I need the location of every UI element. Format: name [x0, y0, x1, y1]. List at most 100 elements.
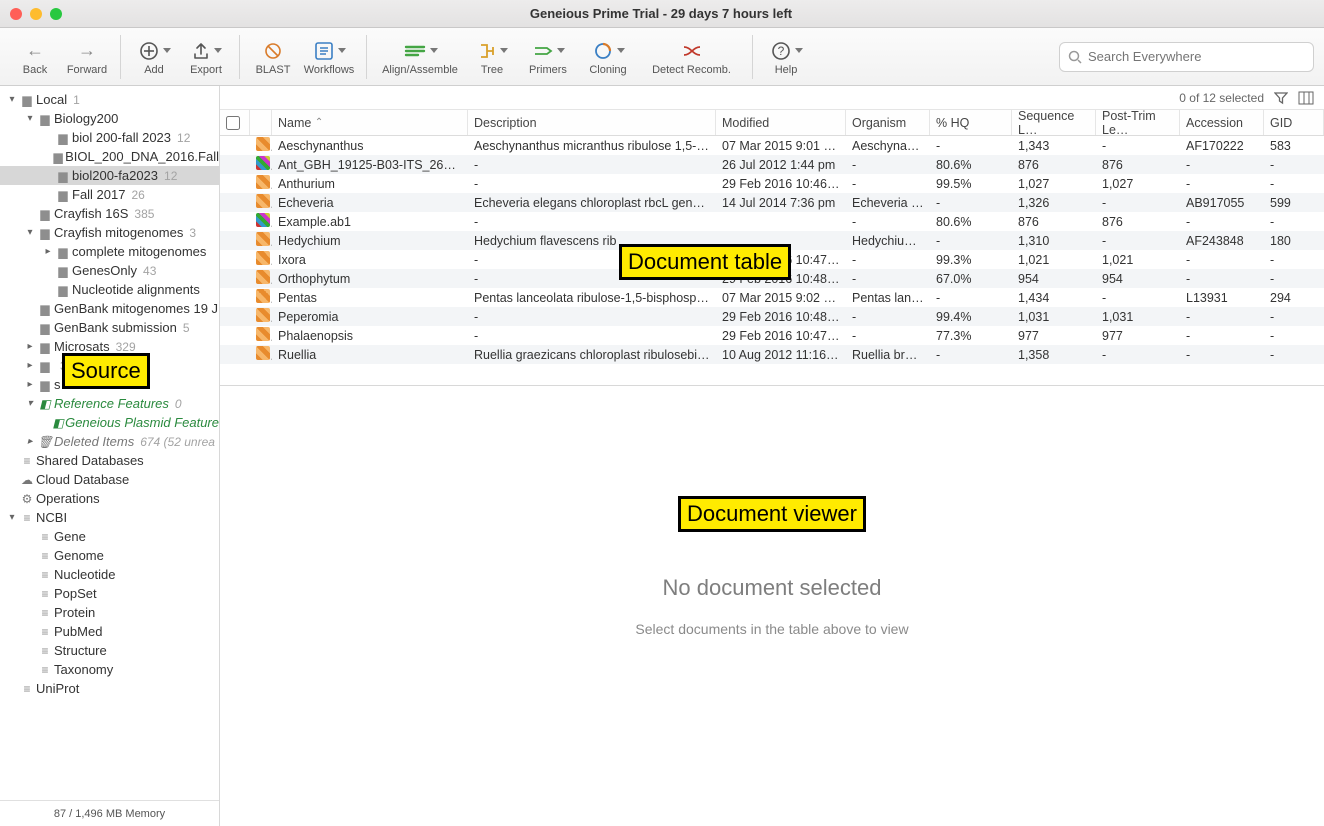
sidebar-item[interactable]: ☁Cloud Database: [0, 470, 219, 489]
sidebar-item-count: 12: [164, 169, 177, 183]
help-button[interactable]: ? Help: [761, 30, 811, 84]
table-row[interactable]: PentasPentas lanceolata ribulose-1,5-bis…: [220, 288, 1324, 307]
sidebar-item[interactable]: ≡Nucleotide: [0, 565, 219, 584]
disclosure-icon[interactable]: ▸: [24, 436, 36, 447]
table-row[interactable]: Ant_GBH_19125-B03-ITS_265_10…-26 Jul 201…: [220, 155, 1324, 174]
header-checkbox[interactable]: [220, 110, 250, 135]
search-icon: [1068, 50, 1082, 64]
cell-hq: 99.5%: [930, 177, 1012, 191]
table-row[interactable]: Phalaenopsis-29 Feb 2016 10:47 pm-77.3%9…: [220, 326, 1324, 345]
source-tree[interactable]: ▾▆Local1▾▆Biology200▆biol 200-fall 20231…: [0, 86, 219, 800]
sidebar-item[interactable]: ▆biol200-fa202312: [0, 166, 219, 185]
detect-button[interactable]: Detect Recomb.: [639, 30, 744, 84]
disclosure-icon[interactable]: ▾: [6, 94, 18, 105]
disclosure-icon[interactable]: ▾: [24, 227, 36, 238]
sidebar-item[interactable]: ▆biol 200-fall 202312: [0, 128, 219, 147]
sidebar-item[interactable]: ▆Crayfish 16S385: [0, 204, 219, 223]
cell-organism: -: [846, 329, 930, 343]
sidebar-item[interactable]: ▆BIOL_200_DNA_2016.Fall: [0, 147, 219, 166]
sidebar-item[interactable]: ⚙Operations: [0, 489, 219, 508]
cell-name: Orthophytum: [272, 272, 468, 286]
align-icon: [403, 41, 427, 61]
select-all-checkbox[interactable]: [226, 116, 240, 130]
search-input[interactable]: [1088, 49, 1305, 64]
sidebar-item[interactable]: ▾≡NCBI: [0, 508, 219, 527]
sidebar-item[interactable]: ≡Shared Databases: [0, 451, 219, 470]
sidebar-item[interactable]: ▾▆Crayfish mitogenomes3: [0, 223, 219, 242]
sidebar-item[interactable]: ◧Geneious Plasmid Feature: [0, 413, 219, 432]
cloning-button[interactable]: Cloning: [579, 30, 637, 84]
sidebar-item[interactable]: ≡Genome: [0, 546, 219, 565]
minimize-icon[interactable]: [30, 8, 42, 20]
sidebar-item[interactable]: ▾▆Biology200: [0, 109, 219, 128]
header-hq[interactable]: % HQ: [930, 110, 1012, 135]
cell-organism: -: [846, 215, 930, 229]
sidebar-item[interactable]: ▆GenesOnly43: [0, 261, 219, 280]
disclosure-icon[interactable]: ▸: [24, 379, 36, 390]
sidebar-item[interactable]: ≡UniProt: [0, 679, 219, 698]
export-button[interactable]: Export: [181, 30, 231, 84]
sidebar-item[interactable]: ≡PopSet: [0, 584, 219, 603]
sidebar-item[interactable]: ▸🗑Deleted Items674 (52 unrea: [0, 432, 219, 451]
sidebar-item[interactable]: ▆GenBank submission5: [0, 318, 219, 337]
header-gid[interactable]: GID: [1264, 110, 1324, 135]
search-field[interactable]: [1059, 42, 1314, 72]
folder-icon: ▆: [36, 359, 54, 373]
table-row[interactable]: Anthurium-29 Feb 2016 10:46 pm-99.5%1,02…: [220, 174, 1324, 193]
disclosure-icon[interactable]: ▾: [24, 398, 36, 409]
header-organism[interactable]: Organism: [846, 110, 930, 135]
disclosure-icon[interactable]: ▾: [24, 113, 36, 124]
disclosure-icon[interactable]: ▸: [24, 341, 36, 352]
disclosure-icon[interactable]: ▸: [24, 360, 36, 371]
workflows-icon: [313, 40, 335, 62]
sidebar-item[interactable]: ≡Taxonomy: [0, 660, 219, 679]
sidebar-item-count: 43: [143, 264, 156, 278]
header-modified[interactable]: Modified: [716, 110, 846, 135]
disclosure-icon[interactable]: ▸: [42, 246, 54, 257]
cell-gid: -: [1264, 348, 1324, 362]
cell-organism: -: [846, 158, 930, 172]
blast-button[interactable]: BLAST: [248, 30, 298, 84]
tree-button[interactable]: Tree: [467, 30, 517, 84]
cell-hq: 99.3%: [930, 253, 1012, 267]
sidebar-item[interactable]: ▸▆complete mitogenomes: [0, 242, 219, 261]
sidebar-item[interactable]: ▾▆Local1: [0, 90, 219, 109]
zoom-icon[interactable]: [50, 8, 62, 20]
primers-label: Primers: [529, 64, 567, 76]
db-icon: ≡: [36, 568, 54, 582]
sidebar-item[interactable]: ≡Gene: [0, 527, 219, 546]
cell-seqlen: 977: [1012, 329, 1096, 343]
sidebar-item[interactable]: ▆Nucleotide alignments: [0, 280, 219, 299]
workflows-button[interactable]: Workflows: [300, 30, 358, 84]
sidebar-item[interactable]: ≡Structure: [0, 641, 219, 660]
sidebar-item[interactable]: ≡Protein: [0, 603, 219, 622]
header-posttrim[interactable]: Post-Trim Le…: [1096, 110, 1180, 135]
close-icon[interactable]: [10, 8, 22, 20]
header-accession[interactable]: Accession: [1180, 110, 1264, 135]
table-row[interactable]: RuelliaRuellia graezicans chloroplast ri…: [220, 345, 1324, 364]
filter-icon[interactable]: [1274, 91, 1288, 105]
back-button[interactable]: ← Back: [10, 30, 60, 84]
table-row[interactable]: Peperomia-29 Feb 2016 10:48 pm-99.4%1,03…: [220, 307, 1324, 326]
sidebar-item[interactable]: ▾◧Reference Features0: [0, 394, 219, 413]
align-button[interactable]: Align/Assemble: [375, 30, 465, 84]
add-button[interactable]: Add: [129, 30, 179, 84]
sidebar-item-count: 5: [183, 321, 190, 335]
columns-icon[interactable]: [1298, 91, 1314, 105]
sidebar-item[interactable]: ▆GenBank mitogenomes 19 J: [0, 299, 219, 318]
sidebar-item[interactable]: ≡PubMed: [0, 622, 219, 641]
header-seqlen[interactable]: Sequence L…: [1012, 110, 1096, 135]
sidebar-item[interactable]: ▆Fall 201726: [0, 185, 219, 204]
table-row[interactable]: Example.ab1--80.6%876876--: [220, 212, 1324, 231]
primers-button[interactable]: Primers: [519, 30, 577, 84]
folder-icon: ▆: [36, 302, 54, 316]
table-row[interactable]: EcheveriaEcheveria elegans chloroplast r…: [220, 193, 1324, 212]
table-row[interactable]: AeschynanthusAeschynanthus micranthus ri…: [220, 136, 1324, 155]
forward-button[interactable]: → Forward: [62, 30, 112, 84]
header-description[interactable]: Description: [468, 110, 716, 135]
header-name[interactable]: Name ⌃: [272, 110, 468, 135]
cell-seqlen: 1,434: [1012, 291, 1096, 305]
disclosure-icon[interactable]: ▾: [6, 512, 18, 523]
memory-status: 87 / 1,496 MB Memory: [0, 800, 219, 826]
folder-icon: ▆: [18, 93, 36, 107]
